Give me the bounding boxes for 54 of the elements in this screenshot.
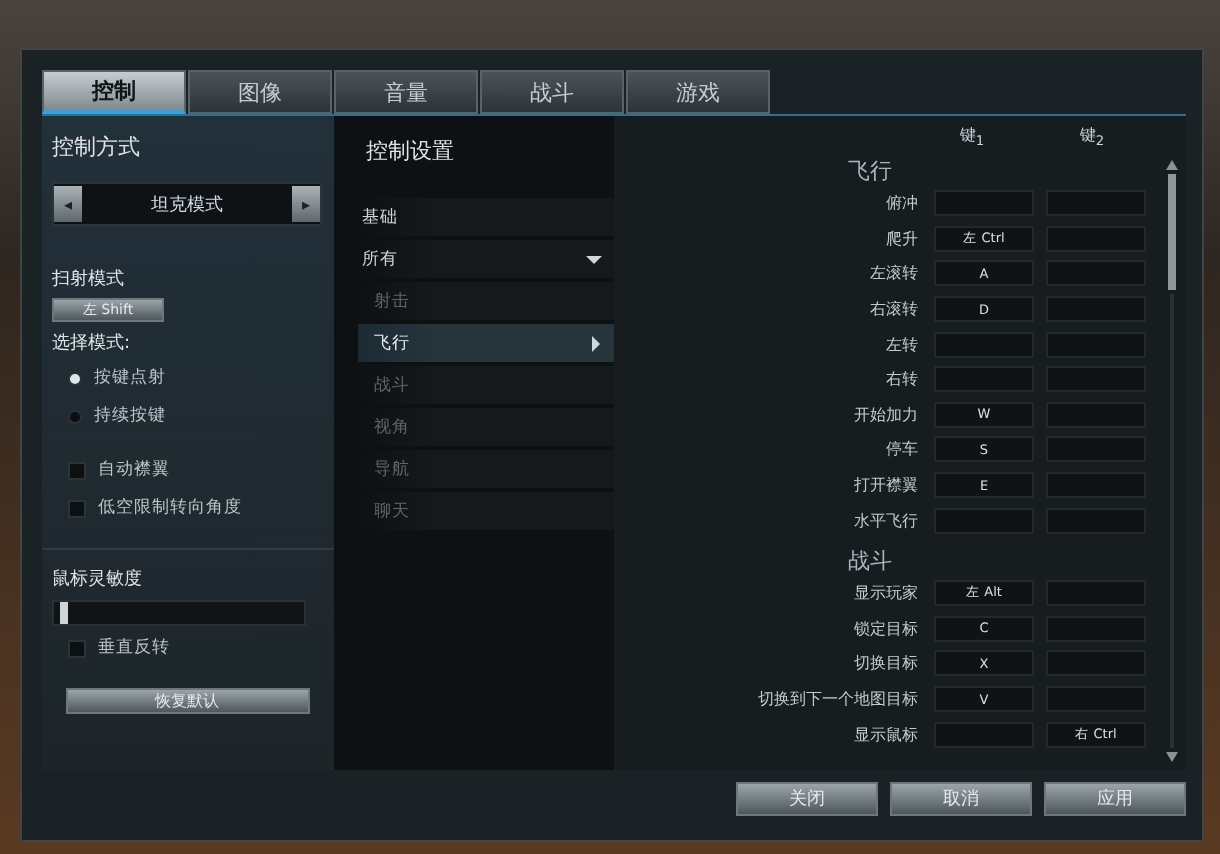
- slider-thumb[interactable]: [59, 602, 67, 624]
- option-label: 垂直反转: [98, 636, 170, 660]
- action-label: 停车: [886, 438, 918, 461]
- action-label: 爬升: [886, 227, 918, 250]
- tab[interactable]: 战斗: [480, 70, 624, 114]
- option-label: 自动襟翼: [98, 458, 170, 482]
- section-heading: 飞行: [848, 156, 892, 186]
- panel-title: 控制设置: [366, 136, 454, 166]
- action-label: 右转: [886, 368, 918, 391]
- dialog-button[interactable]: 关闭: [736, 782, 878, 816]
- tab[interactable]: 游戏: [626, 70, 770, 114]
- action-label: 俯冲: [886, 192, 918, 215]
- action-label: 切换目标: [854, 652, 918, 675]
- action-label: 水平飞行: [854, 509, 918, 532]
- category-item[interactable]: 基础: [358, 198, 614, 236]
- section-title: 控制方式: [52, 132, 140, 162]
- scroll-down-icon[interactable]: [1166, 752, 1178, 762]
- arrow-icon: [590, 335, 602, 351]
- option-label: 按键点射: [94, 366, 166, 390]
- action-label: 显示玩家: [854, 582, 918, 605]
- action-label: 右滚转: [870, 298, 918, 321]
- mode-value: 坦克模式: [149, 193, 225, 217]
- radio-button[interactable]: [68, 409, 82, 423]
- action-label: 锁定目标: [854, 617, 918, 640]
- checkbox[interactable]: [68, 639, 86, 657]
- scrollbar[interactable]: [1166, 160, 1178, 762]
- option-label: 低空限制转向角度: [98, 496, 242, 520]
- column-header: 键$_{1}$: [957, 124, 987, 148]
- section-title: 扫射模式: [52, 267, 124, 292]
- action-label: 打开襟翼: [854, 474, 918, 497]
- radio-button[interactable]: [68, 371, 82, 385]
- checkbox[interactable]: [68, 461, 86, 479]
- action-label: 开始加力: [854, 403, 918, 426]
- next-button[interactable]: ▸: [292, 186, 320, 222]
- column-header: 键$_{2}$: [1077, 124, 1107, 148]
- tab[interactable]: 图像: [188, 70, 332, 114]
- section-title: 鼠标灵敏度: [52, 567, 142, 592]
- checkbox[interactable]: [68, 499, 86, 517]
- tab[interactable]: 控制: [42, 70, 186, 114]
- category-item[interactable]: 所有: [358, 240, 614, 278]
- action-label: 切换到下一个地图目标: [758, 688, 918, 711]
- category-item[interactable]: 飞行: [358, 324, 614, 362]
- action-label: 左滚转: [870, 262, 918, 285]
- section-heading: 战斗: [848, 545, 892, 576]
- option-label: 持续按键: [94, 404, 166, 428]
- action-label: 显示鼠标: [854, 723, 918, 746]
- action-label: 左转: [886, 333, 918, 356]
- previous-button[interactable]: ◂: [54, 186, 82, 222]
- section-title: 选择模式:: [52, 331, 131, 356]
- tab[interactable]: 音量: [334, 70, 478, 114]
- mode-selector[interactable]: ◂ 坦克模式 ▸: [52, 182, 322, 226]
- scroll-up-icon[interactable]: [1166, 160, 1178, 170]
- slider[interactable]: [52, 600, 306, 626]
- reset-button[interactable]: 恢复默认: [65, 688, 309, 714]
